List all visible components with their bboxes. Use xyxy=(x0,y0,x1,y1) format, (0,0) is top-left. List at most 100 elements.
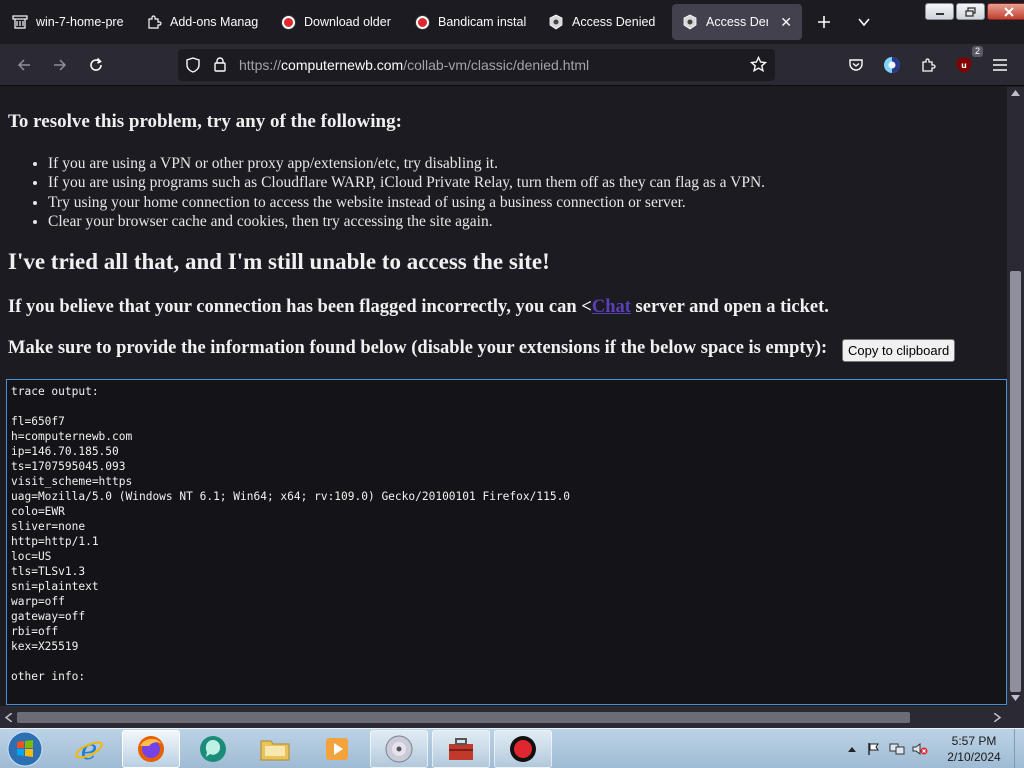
url-bar[interactable]: https://computernewb.com/collab-vm/class… xyxy=(178,49,775,81)
chat-app-icon xyxy=(200,736,226,762)
lock-icon[interactable] xyxy=(213,56,227,78)
tab-label: Access Denied xyxy=(572,15,656,29)
reload-icon xyxy=(90,57,102,71)
system-clock[interactable]: 5:57 PM 2/10/2024 xyxy=(936,733,1012,765)
vm-icon xyxy=(682,14,698,30)
action-center-flag-icon[interactable] xyxy=(866,741,882,757)
close-window-button[interactable] xyxy=(987,3,1024,20)
app-menu-button[interactable] xyxy=(985,50,1015,80)
url-domain: computernewb.com xyxy=(281,57,404,73)
navigation-toolbar: https://computernewb.com/collab-vm/class… xyxy=(0,44,1024,86)
account-button[interactable] xyxy=(877,50,907,80)
pocket-button[interactable] xyxy=(841,50,871,80)
taskbar-dvd-app[interactable] xyxy=(370,730,428,768)
dvd-disc-icon xyxy=(385,735,413,763)
taskbar-toolbox-app[interactable] xyxy=(432,730,490,768)
tab-bandicam-install[interactable]: Bandicam install xyxy=(404,4,536,40)
svg-text:e: e xyxy=(81,734,98,764)
tab-label: Access Denied xyxy=(706,15,768,29)
trace-output-textarea[interactable]: trace output: fl=650f7 h=computernewb.co… xyxy=(6,379,1007,705)
scroll-right-arrow-icon[interactable] xyxy=(994,713,1001,722)
taskbar-internet-explorer[interactable]: e xyxy=(60,730,118,768)
back-button[interactable] xyxy=(9,50,39,80)
minimize-button[interactable] xyxy=(925,3,954,20)
tab-label: win-7-home-pre xyxy=(36,15,124,29)
tab-access-denied[interactable]: Access Denied xyxy=(538,4,670,40)
minimize-icon xyxy=(935,12,944,15)
media-player-icon xyxy=(326,738,348,760)
ublock-origin-button[interactable]: u 2 xyxy=(949,46,983,80)
list-item: If you are using a VPN or other proxy ap… xyxy=(48,154,765,173)
list-all-tabs-button[interactable] xyxy=(849,8,879,36)
reload-button[interactable] xyxy=(81,50,111,80)
list-item: Clear your browser cache and cookies, th… xyxy=(48,212,765,231)
record-icon xyxy=(414,14,430,30)
plus-icon xyxy=(818,16,830,28)
tab-label: Download older xyxy=(304,15,391,29)
forward-button[interactable] xyxy=(45,50,75,80)
close-icon xyxy=(1003,6,1014,17)
trace-output-text: trace output: fl=650f7 h=computernewb.co… xyxy=(11,385,571,683)
url-path: /collab-vm/classic/denied.html xyxy=(403,57,590,73)
tab-access-denied-active[interactable]: Access Denied ✕ xyxy=(672,4,802,40)
tab-addons-manager[interactable]: Add-ons Manage xyxy=(136,4,268,40)
tracking-protection-shield-icon[interactable] xyxy=(185,57,201,78)
tab-label: Add-ons Manage xyxy=(170,15,258,29)
svg-text:u: u xyxy=(961,61,967,70)
tab-label: Bandicam install xyxy=(438,15,526,29)
show-hidden-icons-button[interactable] xyxy=(844,741,860,757)
show-desktop-button[interactable] xyxy=(1014,729,1024,768)
vm-icon xyxy=(548,14,564,30)
taskbar-bandicam[interactable] xyxy=(494,730,552,768)
hamburger-menu-icon xyxy=(993,59,1007,71)
restore-icon xyxy=(964,6,976,17)
copy-to-clipboard-button[interactable]: Copy to clipboard xyxy=(842,339,956,362)
close-tab-icon[interactable]: ✕ xyxy=(780,14,792,31)
extension-badge-count: 2 xyxy=(971,46,983,57)
toolbox-icon xyxy=(449,738,473,760)
scroll-up-arrow-icon[interactable] xyxy=(1011,89,1020,96)
chevron-down-icon xyxy=(858,18,870,27)
back-arrow-icon xyxy=(17,59,30,71)
believe-prefix: If you believe that your connection has … xyxy=(8,297,592,317)
puzzle-icon xyxy=(146,14,162,30)
list-item: If you are using programs such as Cloudf… xyxy=(48,173,765,192)
provide-info-text: Make sure to provide the information fou… xyxy=(8,338,828,358)
windows-logo-icon xyxy=(7,731,43,767)
archive-icon xyxy=(12,14,28,30)
volume-muted-icon[interactable] xyxy=(912,741,928,757)
tried-heading: I've tried all that, and I'm still unabl… xyxy=(8,249,550,274)
extensions-button[interactable] xyxy=(913,50,943,80)
restore-button[interactable] xyxy=(956,3,985,20)
network-icon[interactable] xyxy=(889,741,905,757)
clock-date: 2/10/2024 xyxy=(947,750,1001,764)
page-content: To resolve this problem, try any of the … xyxy=(0,87,1007,706)
tab-download-older[interactable]: Download older xyxy=(270,4,402,40)
horizontal-scroll-thumb[interactable] xyxy=(17,712,910,723)
taskbar-media-player[interactable] xyxy=(308,730,366,768)
internet-explorer-icon: e xyxy=(75,734,103,764)
tips-list: If you are using a VPN or other proxy ap… xyxy=(48,154,765,231)
scroll-down-arrow-icon[interactable] xyxy=(1011,695,1020,702)
chevron-up-icon xyxy=(848,747,856,752)
vertical-scroll-thumb[interactable] xyxy=(1010,271,1021,692)
pocket-icon xyxy=(849,59,863,71)
taskbar-firefox[interactable] xyxy=(122,730,180,768)
start-button[interactable] xyxy=(2,730,48,768)
vertical-scrollbar[interactable] xyxy=(1007,87,1024,706)
url-text[interactable]: https://computernewb.com/collab-vm/class… xyxy=(239,57,589,73)
forward-arrow-icon xyxy=(54,59,67,71)
chat-link[interactable]: Chat xyxy=(592,297,631,317)
puzzle-icon xyxy=(922,58,936,72)
bookmark-star-icon[interactable] xyxy=(749,55,768,78)
folder-icon xyxy=(260,740,290,761)
flagged-incorrectly-text: If you believe that your connection has … xyxy=(8,297,829,318)
new-tab-button[interactable] xyxy=(809,8,839,36)
taskbar-app-chat[interactable] xyxy=(184,730,242,768)
horizontal-scrollbar[interactable] xyxy=(0,706,1024,728)
tab-win7-archive[interactable]: win-7-home-pre xyxy=(2,4,134,40)
taskbar-file-explorer[interactable] xyxy=(246,730,304,768)
scroll-left-arrow-icon[interactable] xyxy=(5,713,12,722)
account-sync-icon xyxy=(884,57,900,73)
list-item: Try using your home connection to access… xyxy=(48,193,765,212)
